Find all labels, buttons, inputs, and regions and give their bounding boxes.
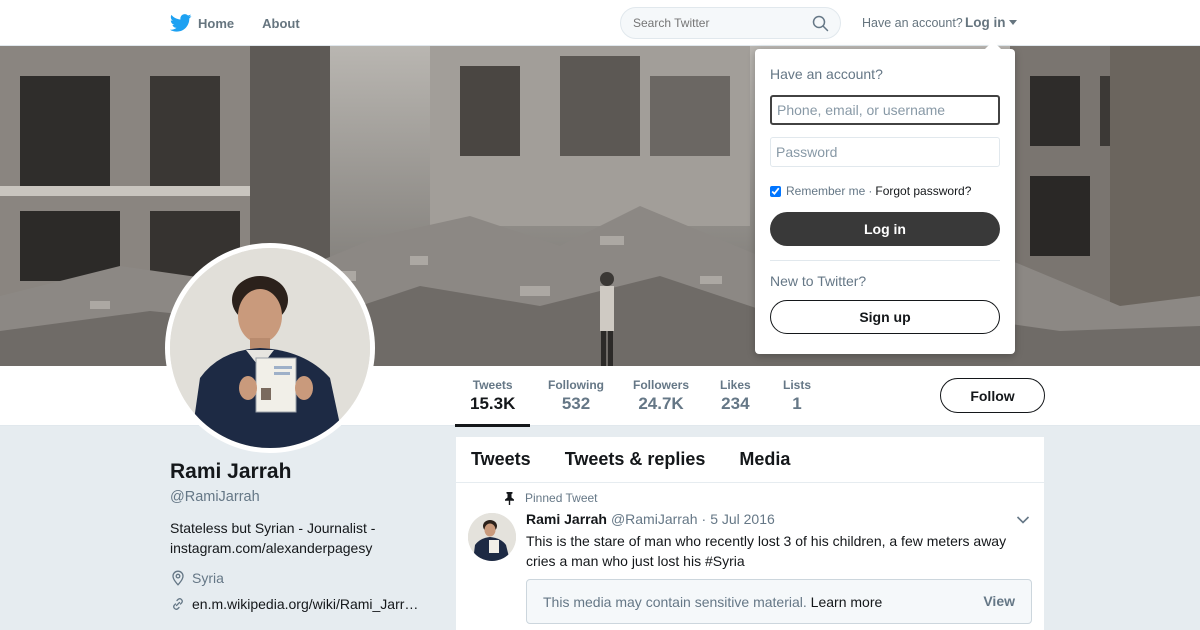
have-account-text: Have an account? xyxy=(862,16,963,30)
remember-separator: · xyxy=(868,184,873,198)
stat-lists-label: Lists xyxy=(783,378,812,392)
pinned-tweet-label: Pinned Tweet xyxy=(504,491,598,505)
tweet-avatar-image xyxy=(468,513,516,561)
caret-down-icon xyxy=(1008,20,1017,25)
timeline-tabs: Tweets Tweets & replies Media xyxy=(456,437,1044,483)
avatar-portrait-image xyxy=(170,248,370,448)
learn-more-link[interactable]: Learn more xyxy=(811,594,883,610)
tweet-dot: · xyxy=(701,511,707,527)
nav-home[interactable]: Home xyxy=(170,0,234,46)
stat-likes-value: 234 xyxy=(721,394,750,413)
login-dropdown: Have an account? Remember me · Forgot pa… xyxy=(755,41,1015,354)
pinned-tweet-text: Pinned Tweet xyxy=(525,491,598,505)
dropdown-divider xyxy=(770,260,1000,261)
tweet-author-handle[interactable]: @RamiJarrah xyxy=(611,511,698,527)
stat-following[interactable]: Following 532 xyxy=(548,378,604,414)
location-pin-icon xyxy=(172,570,184,586)
profile-website-link[interactable]: en.m.wikipedia.org/wiki/Rami_Jarr… xyxy=(192,596,424,612)
sensitive-media-notice: This media may contain sensitive materia… xyxy=(526,579,1032,624)
tab-tweets-and-replies[interactable]: Tweets & replies xyxy=(565,449,706,470)
stat-followers-label: Followers xyxy=(633,378,690,392)
timeline: Tweets Tweets & replies Media Pinned Twe… xyxy=(456,437,1044,630)
nav-home-label: Home xyxy=(198,15,235,31)
remember-me-row: Remember me · Forgot password? xyxy=(770,184,971,198)
login-dropdown-title: Have an account? xyxy=(770,66,883,82)
stat-followers[interactable]: Followers 24.7K xyxy=(633,378,689,414)
follow-button[interactable]: Follow xyxy=(940,378,1045,413)
stat-tweets-value: 15.3K xyxy=(470,394,516,413)
signup-button[interactable]: Sign up xyxy=(770,300,1000,334)
remember-me-checkbox[interactable] xyxy=(770,185,781,197)
remember-me-label[interactable]: Remember me xyxy=(786,184,865,198)
chevron-down-icon[interactable] xyxy=(1016,515,1030,525)
avatar-photo xyxy=(170,248,370,448)
forgot-password-link[interactable]: Forgot password? xyxy=(875,184,971,198)
stat-likes-label: Likes xyxy=(720,378,751,392)
stat-following-label: Following xyxy=(548,378,604,392)
view-media-button[interactable]: View xyxy=(983,593,1015,609)
tab-tweets[interactable]: Tweets xyxy=(471,449,531,470)
profile-website: en.m.wikipedia.org/wiki/Rami_Jarr… xyxy=(170,596,440,612)
profile-location-text: Syria xyxy=(192,570,224,586)
link-icon xyxy=(173,598,183,610)
search-icon[interactable] xyxy=(812,15,829,32)
twitter-bird-icon xyxy=(170,14,192,32)
stat-lists[interactable]: Lists 1 xyxy=(783,378,811,414)
nav-left: Home About xyxy=(170,0,328,46)
password-field[interactable] xyxy=(770,137,1000,167)
pinned-tweet[interactable]: Pinned Tweet Rami Jarrah @RamiJarrah · 5… xyxy=(456,483,1044,630)
stat-following-value: 532 xyxy=(561,394,591,413)
profile-location: Syria xyxy=(170,570,440,586)
search-input[interactable] xyxy=(633,16,803,30)
top-navigation-bar: Home About Have an account? Log in xyxy=(0,0,1200,46)
stat-lists-value: 1 xyxy=(792,394,802,413)
stat-tweets-label: Tweets xyxy=(472,378,513,392)
pin-icon xyxy=(505,491,514,505)
tweet-date[interactable]: 5 Jul 2016 xyxy=(710,511,775,527)
tweet-header: Rami Jarrah @RamiJarrah · 5 Jul 2016 xyxy=(526,511,775,527)
profile-sidebar: Rami Jarrah @RamiJarrah Stateless but Sy… xyxy=(170,460,440,612)
tweet-author-name[interactable]: Rami Jarrah xyxy=(526,511,607,527)
sensitive-media-text: This media may contain sensitive materia… xyxy=(543,594,807,610)
profile-name[interactable]: Rami Jarrah xyxy=(170,460,440,484)
login-toggle-label: Log in xyxy=(965,15,1006,30)
stat-tweets[interactable]: Tweets 15.3K xyxy=(454,378,531,427)
profile-bio: Stateless but Syrian - Journalist - inst… xyxy=(170,520,376,556)
tab-media[interactable]: Media xyxy=(739,449,790,470)
new-to-twitter-text: New to Twitter? xyxy=(770,273,867,289)
stat-likes[interactable]: Likes 234 xyxy=(720,378,751,414)
nav-about[interactable]: About xyxy=(262,0,300,46)
tweet-text: This is the stare of man who recently lo… xyxy=(526,533,1007,569)
sensitive-media-message: This media may contain sensitive materia… xyxy=(543,594,882,610)
username-field[interactable] xyxy=(770,95,1000,125)
profile-avatar[interactable] xyxy=(165,243,375,453)
search-box xyxy=(620,7,841,39)
stat-followers-value: 24.7K xyxy=(638,394,684,413)
login-button[interactable]: Log in xyxy=(770,212,1000,246)
tweet-avatar[interactable] xyxy=(468,513,516,561)
profile-handle[interactable]: @RamiJarrah xyxy=(170,489,440,505)
login-dropdown-toggle[interactable]: Log in xyxy=(965,15,1017,30)
